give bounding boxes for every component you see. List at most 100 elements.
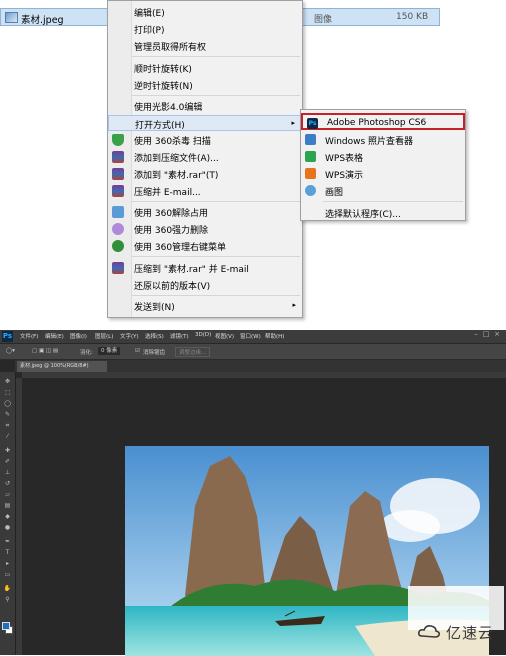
dodge-tool-icon[interactable]: ●	[3, 524, 12, 531]
menu-item-take-ownership[interactable]: 管理员取得所有权	[108, 38, 302, 54]
blur-tool-icon[interactable]: ◆	[3, 513, 12, 520]
menu-item-label: 压缩并 E-mail...	[134, 188, 201, 198]
menu-separator	[132, 56, 300, 57]
menu-edit[interactable]: 编辑(E)	[45, 332, 64, 340]
eraser-tool-icon[interactable]: ▱	[3, 491, 12, 498]
menu-item-360-unlock[interactable]: 使用 360解除占用	[108, 204, 302, 220]
menu-item-restore-previous[interactable]: 还原以前的版本(V)	[108, 277, 302, 293]
selection-mode-icons[interactable]: ▢ ▣ ◫ ▤	[32, 348, 58, 354]
menu-item-label: 使用 360杀毒 扫描	[134, 137, 211, 147]
wps-spreadsheet-icon	[305, 151, 316, 162]
close-icon[interactable]: ×	[493, 330, 501, 342]
winrar-icon	[112, 151, 124, 163]
feather-input[interactable]: 0 像素	[98, 347, 121, 355]
menu-item-label: 使用 360强力删除	[134, 226, 209, 236]
menu-item-label: 使用光影4.0编辑	[134, 103, 203, 113]
menu-separator	[132, 256, 300, 257]
menu-item-label: 打印(P)	[134, 26, 165, 36]
menu-item-360-scan[interactable]: 使用 360杀毒 扫描	[108, 132, 302, 148]
history-brush-tool-icon[interactable]: ↺	[3, 480, 12, 487]
menu-item-compress-rar-email[interactable]: 压缩到 "素材.rar" 并 E-mail	[108, 260, 302, 276]
menu-item-360-force-delete[interactable]: 使用 360强力删除	[108, 221, 302, 237]
lasso-tool-icon[interactable]: ◯	[3, 400, 12, 407]
submenu-item-photoshop[interactable]: Ps Adobe Photoshop CS6	[301, 113, 465, 130]
menu-item-label: 使用 360解除占用	[134, 209, 209, 219]
eyedropper-tool-icon[interactable]: ⁄	[3, 433, 12, 440]
marquee-tool-icon[interactable]: ⬚	[3, 389, 12, 396]
quick-select-tool-icon[interactable]: ✎	[3, 411, 12, 418]
menu-item-rotate-clockwise[interactable]: 顺时针旋转(K)	[108, 60, 302, 76]
menu-item-send-to[interactable]: 发送到(N) ▸	[108, 298, 302, 314]
image-file-icon	[5, 12, 18, 23]
menu-item-label: 添加到压缩文件(A)...	[134, 154, 219, 164]
submenu-item-paint[interactable]: 画图	[301, 182, 465, 199]
vertical-ruler	[15, 378, 22, 655]
menu-select[interactable]: 选择(S)	[145, 332, 164, 340]
watermark-text: 亿速云	[446, 624, 495, 642]
menu-item-360-menu-manager[interactable]: 使用 360管理右键菜单	[108, 238, 302, 254]
shape-tool-icon[interactable]: ▭	[3, 571, 12, 578]
menu-bar: Ps 文件(F) 编辑(E) 图像(I) 图层(L) 文字(Y) 选择(S) 滤…	[0, 330, 506, 343]
submenu-item-choose-default[interactable]: 选择默认程序(C)...	[301, 204, 465, 221]
zoom-tool-icon[interactable]: ⚲	[3, 596, 12, 603]
minimize-icon[interactable]: –	[472, 330, 480, 342]
open-with-submenu: Ps Adobe Photoshop CS6 Windows 照片查看器 WPS…	[300, 109, 466, 221]
options-bar: ◯▾ ▢ ▣ ◫ ▤ 羽化: 0 像素 ☑ 消除锯齿 调整边缘...	[0, 344, 506, 360]
menu-item-add-to-rar[interactable]: 添加到 "素材.rar"(T)	[108, 166, 302, 182]
menu-image[interactable]: 图像(I)	[70, 332, 87, 340]
manager-icon	[112, 240, 124, 252]
move-tool-icon[interactable]: ✥	[3, 378, 12, 385]
menu-file[interactable]: 文件(F)	[20, 332, 38, 340]
type-tool-icon[interactable]: T	[3, 549, 12, 556]
menu-item-rotate-counterclockwise[interactable]: 逆时针旋转(N)	[108, 77, 302, 93]
menu-item-add-to-archive[interactable]: 添加到压缩文件(A)...	[108, 149, 302, 165]
antialias-checkbox[interactable]: ☑	[135, 348, 140, 354]
file-size: 150 KB	[396, 12, 429, 22]
menu-item-edit-with-guangying[interactable]: 使用光影4.0编辑	[108, 98, 302, 114]
menu-layer[interactable]: 图层(L)	[95, 332, 113, 340]
submenu-item-label: WPS表格	[325, 154, 364, 164]
refine-edge-button[interactable]: 调整边缘...	[175, 347, 211, 357]
healing-tool-icon[interactable]: ✚	[3, 447, 12, 454]
submenu-item-wps-spreadsheet[interactable]: WPS表格	[301, 148, 465, 165]
submenu-item-photo-viewer[interactable]: Windows 照片查看器	[301, 131, 465, 148]
gradient-tool-icon[interactable]: ▤	[3, 502, 12, 509]
document-tab[interactable]: 素材.jpeg @ 100%(RGB/8#)	[17, 361, 107, 372]
menu-item-label: 编辑(E)	[134, 9, 165, 19]
crop-tool-icon[interactable]: ⌗	[3, 422, 12, 429]
paint-icon	[305, 185, 316, 196]
horizontal-ruler	[22, 372, 506, 378]
menu-window[interactable]: 窗口(W)	[240, 332, 261, 340]
submenu-item-label: 选择默认程序(C)...	[325, 210, 401, 220]
path-select-tool-icon[interactable]: ▸	[3, 560, 12, 567]
maximize-icon[interactable]: □	[482, 330, 490, 342]
menu-3d[interactable]: 3D(D)	[195, 332, 211, 338]
submenu-item-label: Windows 照片查看器	[325, 137, 414, 147]
hand-tool-icon[interactable]: ✋	[3, 585, 12, 592]
photoshop-icon: Ps	[307, 118, 318, 129]
menu-item-compress-email[interactable]: 压缩并 E-mail...	[108, 183, 302, 199]
explorer-window: 素材.jpeg 图像 150 KB 编辑(E) 打印(P) 管理员取得所有权 顺…	[0, 0, 506, 330]
stamp-tool-icon[interactable]: ⊥	[3, 469, 12, 476]
menu-view[interactable]: 视图(V)	[215, 332, 234, 340]
menu-filter[interactable]: 滤镜(T)	[170, 332, 189, 340]
menu-item-print[interactable]: 打印(P)	[108, 21, 302, 37]
menu-type[interactable]: 文字(Y)	[120, 332, 139, 340]
winrar-icon	[112, 262, 124, 274]
document-tab-bar: 素材.jpeg @ 100%(RGB/8#)	[15, 360, 506, 372]
menu-item-label: 打开方式(H)	[135, 121, 185, 131]
pen-tool-icon[interactable]: ✒	[3, 538, 12, 545]
cloud-logo-icon	[418, 625, 440, 638]
photoshop-logo: Ps	[2, 331, 13, 342]
menu-help[interactable]: 帮助(H)	[265, 332, 284, 340]
wps-presentation-icon	[305, 168, 316, 179]
menu-item-edit[interactable]: 编辑(E)	[108, 4, 302, 20]
menu-item-open-with[interactable]: 打开方式(H) ▸	[108, 115, 302, 131]
brush-tool-icon[interactable]: ✐	[3, 458, 12, 465]
menu-item-label: 添加到 "素材.rar"(T)	[134, 171, 219, 181]
submenu-item-label: WPS演示	[325, 171, 364, 181]
lasso-tool-preset-icon[interactable]: ◯▾	[6, 348, 15, 354]
foreground-color-swatch[interactable]	[2, 622, 10, 630]
submenu-item-wps-presentation[interactable]: WPS演示	[301, 165, 465, 182]
menu-item-label: 还原以前的版本(V)	[134, 282, 211, 292]
